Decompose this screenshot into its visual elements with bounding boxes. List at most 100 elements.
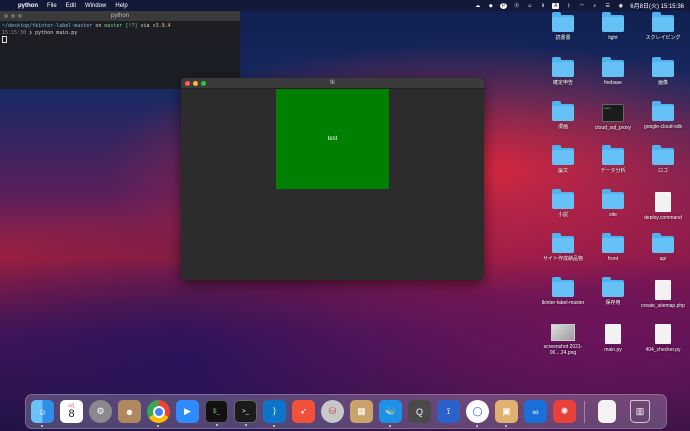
- minimize-button[interactable]: [193, 81, 198, 86]
- p-circle-icon[interactable]: ⓟ: [513, 3, 520, 9]
- folder-icon: [652, 233, 674, 253]
- tk-title: tk: [330, 80, 335, 86]
- desktop-item[interactable]: api: [637, 233, 689, 262]
- desktop-item[interactable]: main.py: [587, 324, 639, 353]
- docker-icon[interactable]: 🐳: [379, 400, 402, 427]
- clock-icon[interactable]: ✺: [553, 400, 576, 423]
- desktop-item-label: google-cloud-sdk: [643, 124, 683, 130]
- desktop-item[interactable]: 404_checker.py: [637, 324, 689, 353]
- swift-playgrounds-icon[interactable]: ➶: [292, 400, 315, 423]
- terminal-icon: exec: [602, 104, 624, 122]
- menu-file[interactable]: File: [47, 3, 57, 9]
- bluetooth-icon[interactable]: ᛒ: [565, 3, 572, 9]
- desktop-item[interactable]: 小説: [537, 189, 589, 218]
- chrome-icon[interactable]: [147, 400, 170, 427]
- desktop-item[interactable]: 読書書: [537, 12, 589, 41]
- desktop-item[interactable]: light: [587, 12, 639, 41]
- zoom-button[interactable]: [18, 14, 22, 18]
- desktop-item[interactable]: ロゴ: [637, 145, 689, 174]
- terminal-icon[interactable]: >_: [234, 400, 257, 426]
- terminal-prompt: ❯: [29, 29, 33, 36]
- desktop-item[interactable]: front: [587, 233, 639, 262]
- infinity-icon[interactable]: ∞: [524, 400, 547, 423]
- pause-icon[interactable]: Ⅱ: [539, 3, 546, 9]
- desktop-item[interactable]: site: [587, 189, 639, 218]
- document-icon[interactable]: [598, 400, 616, 423]
- desktop-item[interactable]: screenshot 2021-06....24.png: [537, 324, 589, 356]
- folder-icon: [552, 233, 574, 253]
- desktop-item-label: site: [609, 212, 617, 218]
- sketch-icon[interactable]: ◯: [466, 400, 489, 427]
- folder-icon: [552, 145, 574, 165]
- python-version: v3.9.4: [152, 23, 171, 29]
- menu-help[interactable]: Help: [115, 3, 127, 9]
- archive-utility-icon[interactable]: ▦: [350, 400, 373, 423]
- desktop-item-label: ロゴ: [657, 168, 668, 174]
- sourcetree-icon[interactable]: ⟟: [437, 400, 460, 423]
- folder-icon: [652, 145, 674, 165]
- desktop-item[interactable]: deploy.command: [637, 192, 689, 221]
- siri-icon[interactable]: ◉: [617, 3, 624, 9]
- search-icon[interactable]: ⌕: [591, 3, 598, 9]
- desktop-item[interactable]: exec cloud_sql_proxy: [587, 104, 639, 131]
- terminal-cursor: [2, 36, 7, 43]
- terminal-time: 15:15:30: [2, 29, 27, 36]
- close-button[interactable]: [4, 14, 8, 18]
- desktop-item-label: deploy.command: [644, 215, 682, 221]
- preview-icon[interactable]: ▣: [495, 400, 518, 427]
- terminal-output[interactable]: ~/desktop/tkinter-label-master on master…: [0, 21, 240, 46]
- a-icon[interactable]: A: [552, 2, 560, 9]
- terminal-titlebar[interactable]: python: [0, 11, 240, 21]
- zoom-icon[interactable]: ▶: [176, 400, 199, 423]
- menu-clock[interactable]: 6月8日(火) 15:15:36: [630, 1, 684, 10]
- desktop-item[interactable]: 保存用: [587, 277, 639, 306]
- desktop-item-label: main.py: [604, 347, 622, 353]
- desktop-item[interactable]: google-cloud-sdk: [637, 101, 689, 130]
- tk-window[interactable]: tk test: [181, 78, 484, 280]
- terminal-command: python main.py: [35, 29, 78, 36]
- desktop-item[interactable]: データ分析: [587, 145, 639, 174]
- desktop-item[interactable]: 論文: [537, 145, 589, 174]
- desktop-item-label: front: [607, 256, 618, 262]
- minimize-button[interactable]: [11, 14, 15, 18]
- desktop-item-label: 保存用: [605, 300, 621, 306]
- menu-edit[interactable]: Edit: [66, 3, 76, 9]
- tk-titlebar[interactable]: tk: [181, 78, 484, 89]
- menu-app-name[interactable]: python: [18, 3, 38, 9]
- desktop-item-label: 画像: [657, 80, 668, 86]
- dropbox-icon[interactable]: ◆: [487, 3, 494, 9]
- desktop-item[interactable]: スクレイピング: [637, 12, 689, 41]
- contacts-icon[interactable]: ☻: [118, 400, 141, 423]
- desktop-item-label: 論文: [557, 168, 568, 174]
- desktop-item[interactable]: 確定申告: [537, 57, 589, 86]
- desktop-item-label: firebase: [604, 80, 622, 86]
- window-controls: [185, 81, 206, 86]
- p-icon[interactable]: P: [500, 2, 508, 9]
- cat-icon[interactable]: ☺: [526, 3, 533, 9]
- calendar-icon[interactable]: 6月 8: [60, 400, 83, 423]
- vscode-icon[interactable]: ⟩: [263, 400, 286, 427]
- desktop-item[interactable]: tkinter-label-master: [537, 277, 589, 306]
- finder-icon[interactable]: ☺: [31, 400, 54, 427]
- close-button[interactable]: [185, 81, 190, 86]
- quicktime-icon[interactable]: Q: [408, 400, 431, 423]
- desktop-item[interactable]: 画像: [637, 57, 689, 86]
- desktop-item[interactable]: firebase: [587, 57, 639, 86]
- system-preferences-icon[interactable]: ⚙: [89, 400, 112, 423]
- folder-icon: [552, 57, 574, 77]
- test-label-text: test: [327, 136, 338, 142]
- desktop-item-label: データ分析: [600, 168, 626, 174]
- sequel-pro-icon[interactable]: ⛁: [321, 400, 344, 423]
- desktop-item[interactable]: 漫画: [537, 101, 589, 130]
- desktop-item[interactable]: サイト作成納品物: [537, 233, 589, 262]
- desktop-item[interactable]: create_sitemap.php: [637, 280, 689, 309]
- menu-window[interactable]: Window: [85, 3, 106, 9]
- desktop-item-label: 確定申告: [552, 80, 573, 86]
- control-center-icon[interactable]: ☰: [604, 3, 611, 9]
- trash-icon[interactable]: ▥: [630, 400, 650, 423]
- iterm-icon[interactable]: $_: [205, 400, 228, 426]
- wifi-icon[interactable]: ◠: [578, 3, 585, 9]
- cloud-icon[interactable]: ☁: [474, 3, 481, 9]
- desktop-item-label: 読書書: [555, 35, 571, 41]
- zoom-button[interactable]: [201, 81, 206, 86]
